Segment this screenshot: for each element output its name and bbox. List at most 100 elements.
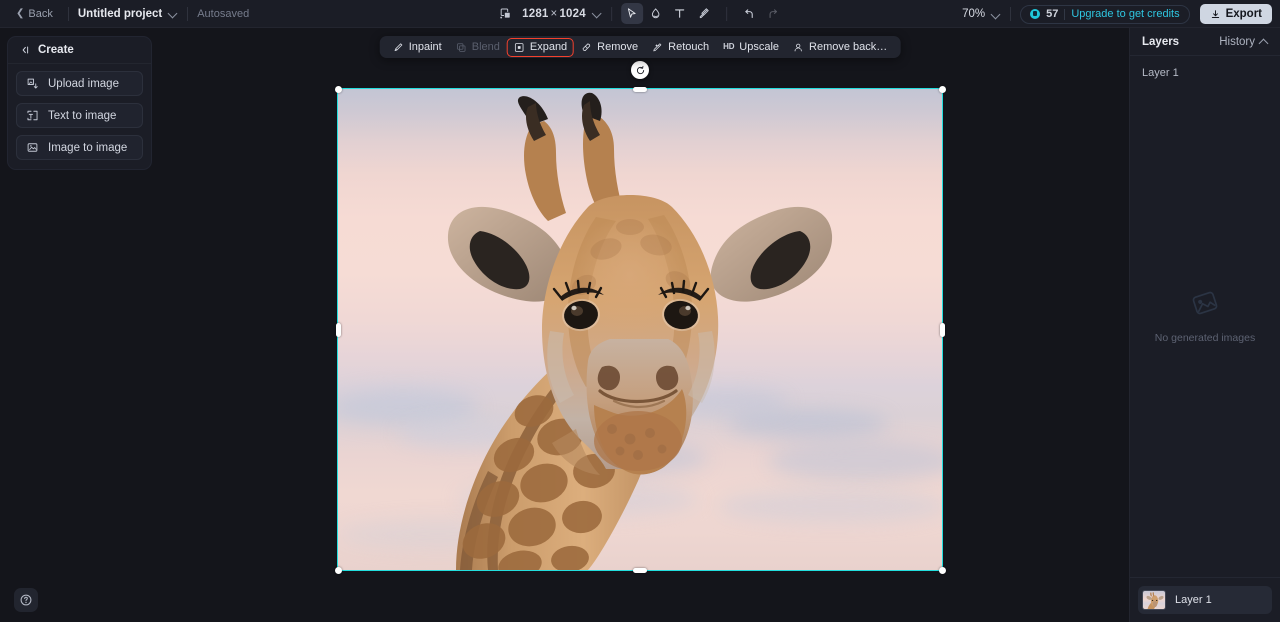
toolbar-retouch-label: Retouch — [668, 41, 710, 53]
collapse-panel-icon — [22, 46, 29, 54]
back-label: Back — [28, 7, 53, 20]
canvas-action-toolbar: Inpaint Blend Expand Remove Retouch HD U… — [379, 36, 901, 58]
expand-icon — [515, 42, 524, 52]
resize-handle-top-right[interactable] — [938, 85, 946, 93]
zoom-chevron-down-icon[interactable] — [992, 10, 1001, 19]
coin-icon — [1030, 9, 1041, 19]
giraffe-image[interactable] — [337, 88, 943, 571]
help-button[interactable] — [14, 588, 38, 612]
chevron-left-icon: ❮ — [16, 7, 25, 19]
upload-image-label: Upload image — [48, 77, 119, 90]
text-to-image-icon — [27, 110, 38, 121]
divider — [725, 6, 727, 21]
toolbar-inpaint-label: Inpaint — [408, 41, 442, 53]
create-panel-body: Upload image Text to image Image to imag… — [8, 64, 151, 169]
rotate-icon — [636, 65, 644, 74]
image-to-image-icon — [27, 143, 38, 152]
credits-count: 57 — [1046, 8, 1059, 20]
layer-name: Layer 1 — [1175, 594, 1212, 606]
resize-handle-bottom-right[interactable] — [938, 566, 946, 574]
top-bar-center: 1281 × 1024 — [496, 3, 784, 24]
resize-handle-middle-right[interactable] — [939, 322, 945, 337]
resize-handle-bottom-left[interactable] — [334, 566, 342, 574]
credits-pill[interactable]: 57 Upgrade to get credits — [1020, 4, 1190, 24]
toolbar-blend[interactable]: Blend — [450, 39, 506, 56]
top-bar-right: 70% 57 Upgrade to get credits Export — [962, 0, 1272, 28]
image-to-image-label: Image to image — [48, 141, 128, 154]
create-panel: Create Upload image Text to image Image … — [7, 36, 152, 170]
rotate-handle[interactable] — [631, 61, 649, 79]
toolbar-inpaint[interactable]: Inpaint — [387, 39, 448, 56]
retouch-icon — [653, 42, 662, 51]
toolbar-remove-background[interactable]: Remove back… — [787, 39, 893, 56]
layers-title: Layers — [1142, 35, 1180, 48]
export-button[interactable]: Export — [1199, 4, 1272, 24]
tool-undo[interactable] — [738, 3, 760, 24]
layer-item[interactable]: Layer 1 — [1138, 586, 1272, 614]
divider — [1064, 8, 1066, 20]
layers-panel: Layers History Layer 1 No generated imag… — [1129, 28, 1280, 622]
selected-image-layer[interactable] — [334, 61, 946, 574]
upload-image-button[interactable]: Upload image — [16, 71, 143, 96]
download-icon — [1211, 9, 1219, 18]
chevron-down-icon[interactable] — [169, 9, 178, 18]
toolbar-remove-background-label: Remove back… — [809, 41, 888, 53]
layer-thumbnail-image — [1146, 592, 1164, 609]
empty-state-text: No generated images — [1154, 332, 1256, 344]
toolbar-upscale[interactable]: HD Upscale — [717, 39, 785, 56]
layer-thumbnail — [1142, 590, 1166, 610]
help-circle-icon — [20, 594, 32, 606]
resize-handle-top-center[interactable] — [633, 86, 647, 92]
tool-text[interactable] — [669, 3, 691, 24]
autosaved-label: Autosaved — [197, 7, 250, 20]
canvas-height: 1024 — [559, 7, 586, 20]
inpaint-icon — [394, 42, 403, 51]
tool-brush[interactable] — [693, 3, 715, 24]
toolbar-expand-label: Expand — [529, 41, 568, 53]
toolbar-remove[interactable]: Remove — [575, 39, 644, 56]
text-to-image-label: Text to image — [48, 109, 117, 122]
tool-group — [620, 3, 784, 24]
canvas-size-icon[interactable] — [496, 5, 514, 23]
create-panel-title: Create — [38, 44, 74, 56]
project-name: Untitled project — [77, 7, 163, 20]
tool-redo[interactable] — [762, 3, 784, 24]
top-bar-left: ❮ Back Untitled project Autosaved — [0, 5, 249, 23]
toolbar-remove-label: Remove — [597, 41, 639, 53]
canvas-size-chevron-down-icon[interactable] — [593, 9, 602, 18]
history-label: History — [1219, 35, 1255, 48]
canvas-stage[interactable] — [152, 28, 1129, 622]
divider — [187, 6, 189, 21]
dimension-separator: × — [550, 7, 558, 20]
back-button[interactable]: ❮ Back — [10, 5, 59, 23]
upgrade-link[interactable]: Upgrade to get credits — [1071, 8, 1179, 20]
tool-eraser[interactable] — [645, 3, 667, 24]
upload-image-icon — [27, 78, 38, 89]
export-label: Export — [1225, 8, 1262, 20]
chevron-up-icon — [1260, 38, 1268, 46]
toolbar-upscale-label: Upscale — [739, 41, 780, 53]
layers-panel-header: Layers History — [1130, 28, 1280, 56]
remove-background-icon — [794, 43, 803, 51]
resize-handle-bottom-center[interactable] — [633, 567, 647, 573]
layers-list: Layer 1 — [1130, 577, 1280, 622]
toolbar-retouch[interactable]: Retouch — [646, 39, 715, 56]
resize-handle-top-left[interactable] — [334, 85, 342, 93]
divider — [610, 6, 612, 21]
create-panel-header: Create — [8, 37, 151, 64]
toolbar-blend-label: Blend — [471, 41, 500, 53]
no-images-icon — [1192, 291, 1218, 315]
tool-select[interactable] — [620, 3, 643, 24]
history-toggle[interactable]: History — [1219, 36, 1268, 48]
history-empty-state: No generated images — [1130, 53, 1280, 577]
text-to-image-button[interactable]: Text to image — [16, 103, 143, 128]
image-to-image-button[interactable]: Image to image — [16, 135, 143, 160]
top-bar: ❮ Back Untitled project Autosaved 1281 × 1… — [0, 0, 1280, 28]
resize-handle-middle-left[interactable] — [335, 322, 341, 337]
canvas-dimensions: 1281 × 1024 — [522, 8, 586, 20]
canvas-width: 1281 — [522, 7, 549, 20]
divider — [1010, 7, 1012, 21]
zoom-level: 70% — [962, 8, 986, 20]
blend-icon — [457, 42, 466, 52]
toolbar-expand[interactable]: Expand — [506, 37, 575, 57]
